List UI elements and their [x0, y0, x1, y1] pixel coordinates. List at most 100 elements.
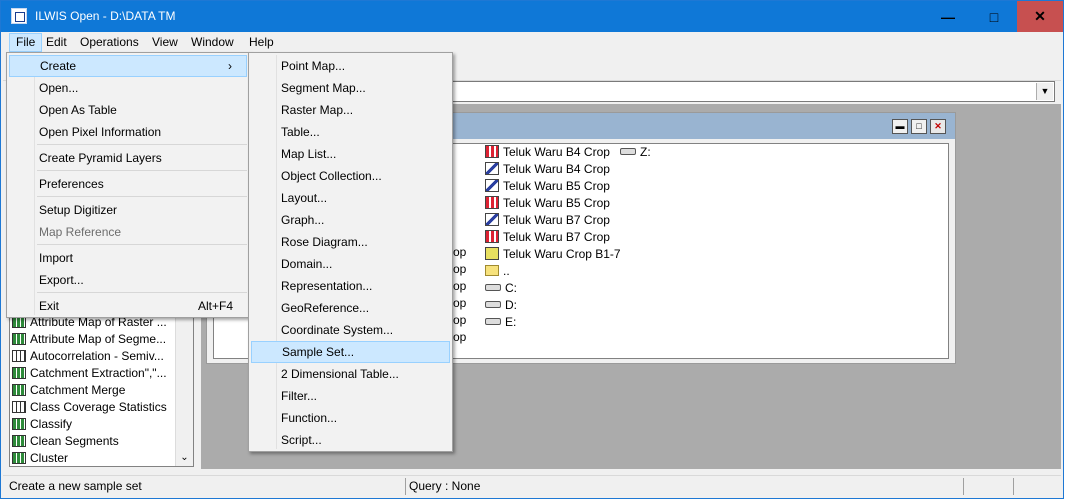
list-item[interactable]: C: [485, 280, 517, 296]
exit-shortcut: Alt+F4 [197, 299, 233, 313]
status-separator [963, 478, 964, 495]
menu-item-create-pyramid-layers[interactable]: Create Pyramid Layers [9, 147, 247, 169]
menu-separator [37, 292, 247, 293]
collection-icon [485, 247, 499, 260]
menu-item-create[interactable]: Create › [9, 55, 247, 77]
list-item[interactable]: Teluk Waru B7 Crop [485, 212, 610, 228]
minimize-button[interactable]: — [925, 1, 971, 32]
menu-item-representation[interactable]: Representation... [251, 275, 450, 297]
raster-op-icon [12, 384, 26, 396]
menu-edit[interactable]: Edit [40, 33, 73, 52]
list-item[interactable]: Teluk Waru B4 Crop [485, 144, 610, 160]
catalog-minimize-button[interactable]: ▬ [892, 119, 908, 134]
close-button[interactable]: ✕ [1017, 1, 1063, 32]
menu-item-script[interactable]: Script... [251, 429, 450, 451]
menu-item-coordinate-system[interactable]: Coordinate System... [251, 319, 450, 341]
list-item[interactable]: Teluk Waru B7 Crop [485, 229, 610, 245]
list-item[interactable]: op [453, 329, 466, 345]
menu-item-table[interactable]: Table... [251, 121, 450, 143]
list-item[interactable]: Teluk Waru B4 Crop [485, 161, 610, 177]
list-item[interactable]: Cluster [12, 450, 68, 467]
list-item[interactable]: Z: [620, 144, 651, 160]
menu-item-open[interactable]: Open... [9, 77, 247, 99]
menu-item-georeference[interactable]: GeoReference... [251, 297, 450, 319]
catalog-close-button[interactable]: ✕ [930, 119, 946, 134]
menu-window[interactable]: Window [185, 33, 240, 52]
menu-separator [37, 144, 247, 145]
list-item[interactable]: op [453, 312, 466, 328]
list-item[interactable]: Teluk Waru B5 Crop [485, 195, 610, 211]
operation-list[interactable]: Attribute Map of Raster ... Attribute Ma… [9, 311, 194, 467]
minimize-icon: — [941, 8, 955, 25]
list-item[interactable]: Teluk Waru Crop B1-7 [485, 246, 621, 262]
menu-item-layout[interactable]: Layout... [251, 187, 450, 209]
drive-icon [485, 301, 501, 308]
file-menu: Create › Open... Open As Table Open Pixe… [6, 52, 250, 318]
menu-item-open-as-table[interactable]: Open As Table [9, 99, 247, 121]
menu-item-point-map[interactable]: Point Map... [251, 55, 450, 77]
list-item[interactable]: op [453, 278, 466, 294]
table-op-icon [12, 350, 26, 362]
list-item[interactable]: Autocorrelation - Semiv... [12, 348, 164, 365]
title-bar[interactable]: ILWIS Open - D:\DATA TM — □ ✕ [1, 1, 1063, 32]
menu-item-map-list[interactable]: Map List... [251, 143, 450, 165]
menu-item-sample-set[interactable]: Sample Set... [251, 341, 450, 363]
maximize-icon: □ [989, 8, 999, 25]
grey-map-icon [485, 162, 499, 175]
menu-item-rose-diagram[interactable]: Rose Diagram... [251, 231, 450, 253]
menu-item-preferences[interactable]: Preferences [9, 173, 247, 195]
raster-op-icon [12, 333, 26, 345]
drive-icon [485, 284, 501, 291]
command-line-combo[interactable]: ▼ [451, 81, 1055, 102]
list-item[interactable]: .. [485, 263, 510, 279]
catalog-maximize-button[interactable]: □ [911, 119, 927, 134]
ilwis-app-icon[interactable] [11, 8, 27, 24]
menu-help[interactable]: Help [243, 33, 280, 52]
menu-item-2-dimensional-table[interactable]: 2 Dimensional Table... [251, 363, 450, 385]
menu-operations[interactable]: Operations [74, 33, 145, 52]
menu-file[interactable]: File [9, 33, 43, 52]
close-icon: ✕ [1034, 8, 1046, 24]
raster-map-icon [485, 145, 499, 158]
list-item[interactable]: op [453, 295, 466, 311]
menu-item-setup-digitizer[interactable]: Setup Digitizer [9, 199, 247, 221]
menu-view[interactable]: View [146, 33, 184, 52]
list-item[interactable]: Catchment Extraction","... [12, 365, 167, 382]
list-item[interactable]: Clean Segments [12, 433, 119, 450]
list-item[interactable]: Teluk Waru B5 Crop [485, 178, 610, 194]
status-bar: Create a new sample set Query : None [3, 475, 1061, 497]
menu-item-raster-map[interactable]: Raster Map... [251, 99, 450, 121]
menu-item-filter[interactable]: Filter... [251, 385, 450, 407]
menu-item-exit[interactable]: Exit Alt+F4 [9, 295, 247, 317]
maximize-button[interactable]: □ [971, 1, 1017, 32]
operation-list-scrollbar[interactable]: ⌄ [175, 312, 193, 466]
status-query: Query : None [409, 479, 481, 493]
menu-item-import[interactable]: Import [9, 247, 247, 269]
menu-item-graph[interactable]: Graph... [251, 209, 450, 231]
menu-item-open-pixel-information[interactable]: Open Pixel Information [9, 121, 247, 143]
list-item[interactable]: D: [485, 297, 517, 313]
chevron-down-icon[interactable]: ▼ [1036, 83, 1053, 100]
list-item[interactable]: op [453, 244, 466, 260]
menu-item-segment-map[interactable]: Segment Map... [251, 77, 450, 99]
menu-item-object-collection[interactable]: Object Collection... [251, 165, 450, 187]
drive-icon [485, 318, 501, 325]
folder-icon [485, 265, 499, 276]
raster-op-icon [12, 418, 26, 430]
list-item[interactable]: Attribute Map of Segme... [12, 331, 166, 348]
scroll-down-icon[interactable]: ⌄ [176, 449, 193, 466]
segment-op-icon [12, 435, 26, 447]
menu-separator [37, 196, 247, 197]
menu-item-domain[interactable]: Domain... [251, 253, 450, 275]
status-separator [1013, 478, 1014, 495]
grey-map-icon [485, 213, 499, 226]
submenu-arrow-icon: › [228, 59, 232, 73]
list-item[interactable]: op [453, 261, 466, 277]
menu-item-export[interactable]: Export... [9, 269, 247, 291]
list-item[interactable]: E: [485, 314, 516, 330]
list-item[interactable]: Classify [12, 416, 72, 433]
menu-item-function[interactable]: Function... [251, 407, 450, 429]
menu-separator [37, 244, 247, 245]
list-item[interactable]: Catchment Merge [12, 382, 125, 399]
list-item[interactable]: Class Coverage Statistics [12, 399, 167, 416]
